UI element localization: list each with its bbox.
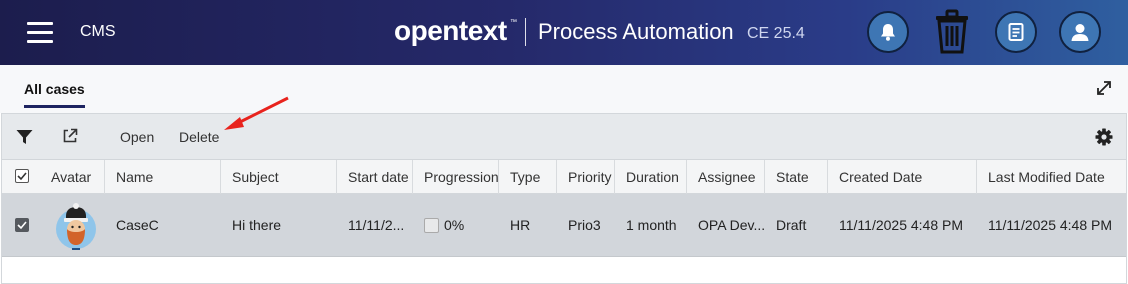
column-header-state[interactable]: State (765, 160, 828, 194)
checkmark-icon (17, 221, 27, 230)
brand-divider (525, 18, 526, 46)
annotation-arrow (224, 96, 289, 130)
cases-grid: Open Delete Avatar Name Subject Start da… (1, 113, 1127, 284)
trash-icon[interactable] (933, 9, 971, 55)
column-header-subject[interactable]: Subject (221, 160, 337, 194)
delete-button[interactable]: Delete (179, 129, 219, 145)
progress-value: 0% (444, 217, 465, 233)
product-version: CE 25.4 (747, 25, 805, 42)
cell-start-date: 11/11/2... (348, 217, 405, 233)
column-header-created-date[interactable]: Created Date (828, 160, 977, 194)
tabs-bar: All cases (0, 65, 1128, 113)
cell-progression: 0% (413, 194, 499, 257)
open-button[interactable]: Open (120, 129, 154, 145)
user-icon (1071, 24, 1089, 41)
column-header-assignee[interactable]: Assignee (687, 160, 765, 194)
cell-created-date: 11/11/2025 4:48 PM (839, 217, 964, 233)
table-header: Avatar Name Subject Start date Progressi… (2, 160, 1126, 194)
tab-all-cases[interactable]: All cases (24, 81, 85, 108)
user-profile-button[interactable] (1059, 11, 1101, 53)
notifications-button[interactable] (867, 11, 909, 53)
column-header-last-modified-date[interactable]: Last Modified Date (977, 160, 1126, 194)
grid-toolbar: Open Delete (2, 114, 1126, 160)
product-name: Process Automation (538, 19, 734, 44)
column-header-progression[interactable]: Progression (413, 160, 499, 194)
brand-trademark: ™ (510, 19, 517, 26)
cell-name[interactable]: CaseC (105, 194, 221, 257)
bell-icon (881, 24, 895, 41)
row-checkbox[interactable] (15, 218, 29, 232)
settings-gear-icon[interactable] (1095, 128, 1113, 146)
cell-priority: Prio3 (568, 217, 601, 233)
document-icon (1008, 23, 1024, 41)
menu-icon[interactable] (27, 22, 53, 44)
cell-state: Draft (776, 217, 807, 233)
column-header-avatar[interactable]: Avatar (40, 160, 105, 194)
avatar (56, 203, 96, 250)
select-all-checkbox[interactable] (15, 169, 29, 183)
column-header-priority[interactable]: Priority (557, 160, 615, 194)
table-row[interactable]: CaseC Hi there 11/11/2... 0% HR Prio3 1 … (2, 194, 1126, 257)
column-header-name[interactable]: Name (105, 160, 221, 194)
cell-type: HR (510, 217, 531, 233)
cell-subject: Hi there (232, 217, 282, 233)
cell-assignee: OPA Dev... (698, 217, 765, 233)
column-header-type[interactable]: Type (499, 160, 557, 194)
app-name: CMS (80, 23, 116, 40)
app-header: CMS opentext ™ Process Automation CE 25.… (0, 0, 1128, 65)
brand-logo: opentext (394, 15, 507, 46)
checkmark-icon (17, 172, 27, 181)
column-header-start-date[interactable]: Start date (337, 160, 413, 194)
documents-button[interactable] (995, 11, 1037, 53)
open-external-icon[interactable] (62, 128, 78, 144)
cell-last-modified-date: 11/11/2025 4:48 PM (988, 217, 1113, 233)
expand-icon[interactable] (1096, 80, 1112, 96)
progress-indicator (424, 218, 439, 233)
filter-icon[interactable] (16, 129, 33, 145)
column-header-duration[interactable]: Duration (615, 160, 687, 194)
cell-duration: 1 month (626, 217, 677, 233)
